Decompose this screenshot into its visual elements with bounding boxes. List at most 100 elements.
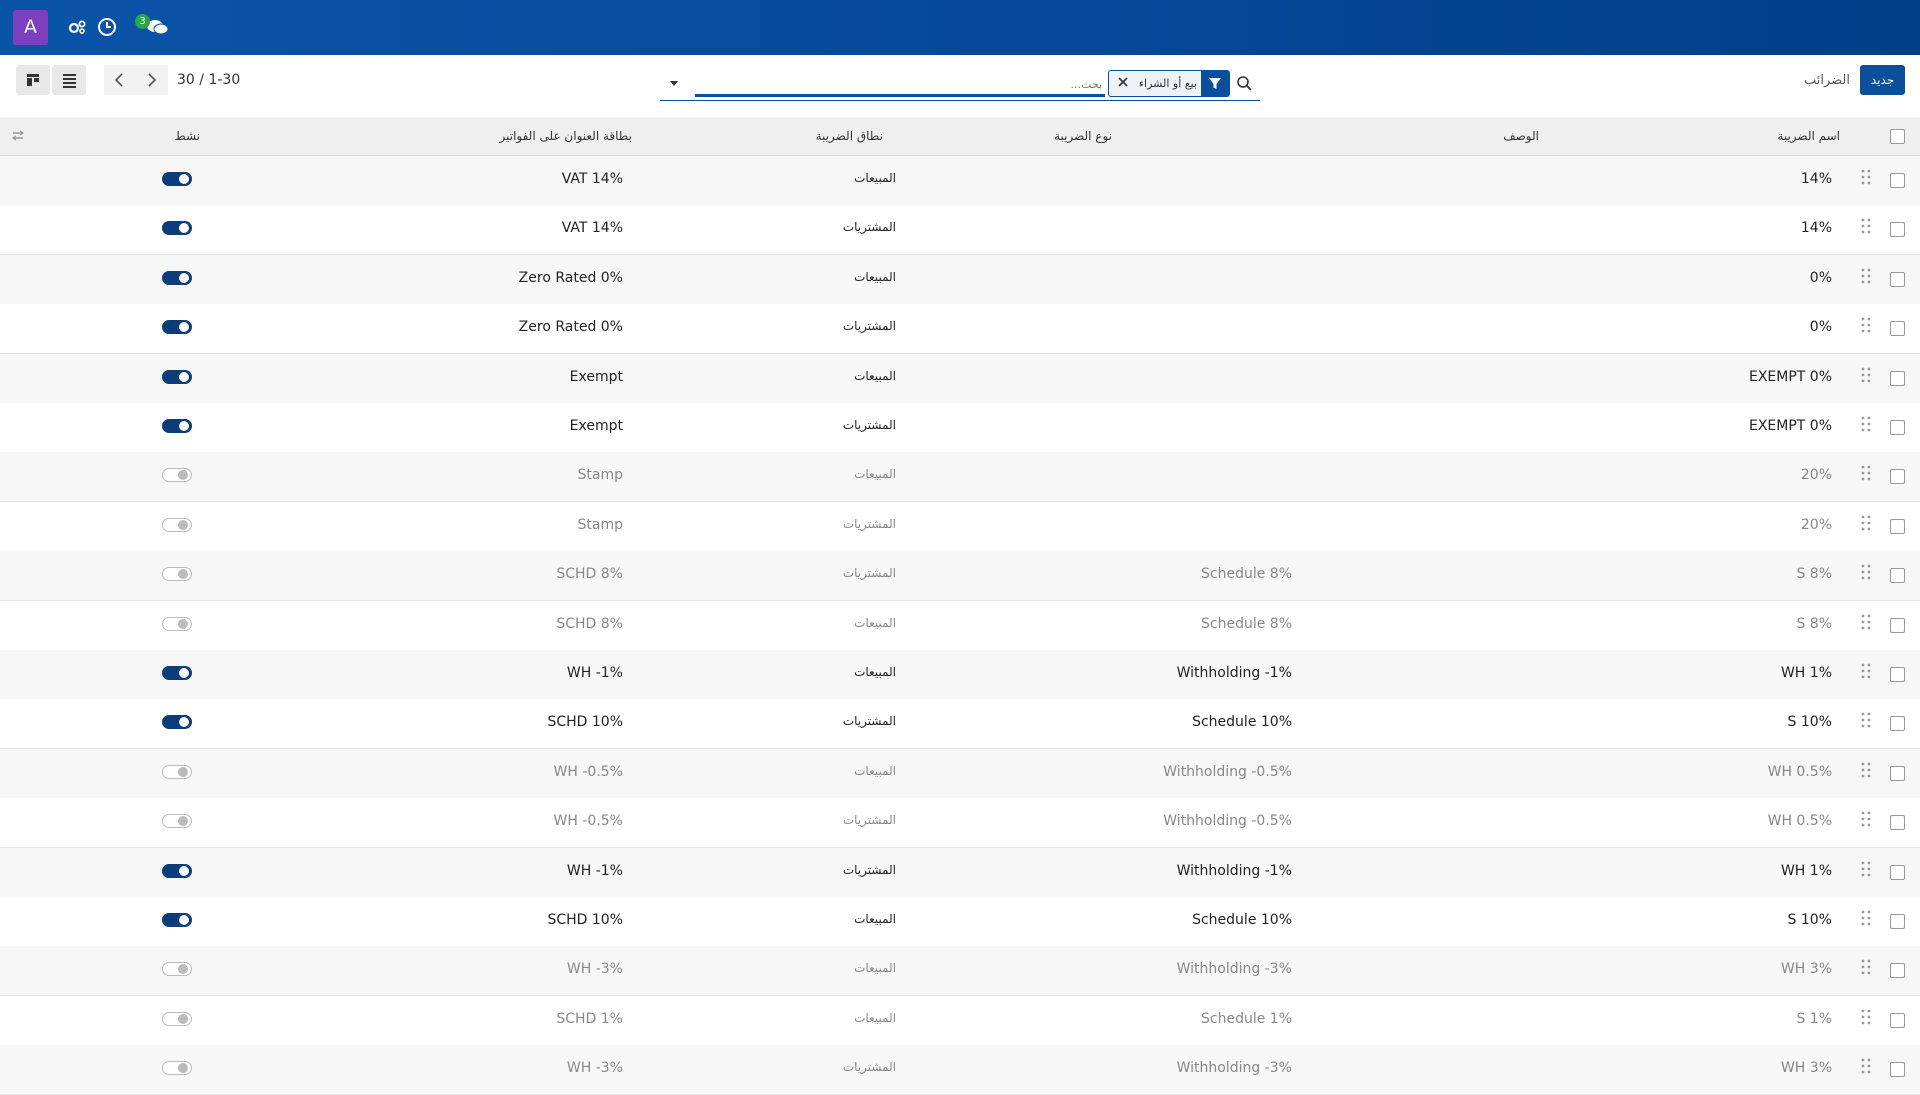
table-row[interactable]: S 10% Schedule 10% المشتريات SCHD 10% — [0, 699, 1920, 750]
row-checkbox[interactable] — [1890, 1012, 1905, 1028]
active-toggle[interactable] — [162, 320, 192, 335]
row-checkbox[interactable] — [1890, 271, 1905, 287]
active-toggle[interactable] — [162, 616, 192, 631]
row-checkbox[interactable] — [1890, 667, 1905, 682]
drag-handle-icon[interactable] — [1860, 168, 1872, 186]
drag-handle-icon[interactable] — [1860, 415, 1872, 433]
column-header-name[interactable]: اسم الضريبة — [1777, 129, 1840, 143]
active-toggle[interactable] — [162, 517, 192, 532]
kanban-view-button[interactable] — [16, 65, 50, 95]
select-all-checkbox[interactable] — [1890, 129, 1905, 144]
active-toggle[interactable] — [162, 270, 192, 285]
active-toggle[interactable] — [162, 221, 192, 236]
active-toggle[interactable] — [162, 567, 192, 582]
row-checkbox[interactable] — [1890, 963, 1905, 979]
table-row[interactable]: 14% المشتريات VAT 14% — [0, 205, 1920, 256]
table-row[interactable]: 0% المشتريات Zero Rated 0% — [0, 304, 1920, 355]
row-checkbox[interactable] — [1890, 765, 1905, 781]
drag-handle-icon[interactable] — [1860, 1008, 1872, 1026]
active-toggle[interactable] — [162, 715, 192, 730]
drag-handle-icon[interactable] — [1860, 563, 1872, 581]
column-header-type[interactable]: نوع الضريبة — [1054, 129, 1112, 143]
drag-handle-icon[interactable] — [1860, 860, 1872, 878]
drag-handle-icon[interactable] — [1860, 711, 1872, 729]
active-toggle[interactable] — [162, 666, 192, 680]
cell-type: المشتريات — [842, 1060, 896, 1075]
table-row[interactable]: S 8% Schedule 8% المبيعات SCHD 8% — [0, 600, 1920, 651]
active-toggle[interactable] — [162, 172, 192, 186]
column-header-active[interactable]: نشط — [175, 129, 200, 143]
active-toggle[interactable] — [162, 369, 192, 384]
table-row[interactable]: S 1% Schedule 1% المبيعات SCHD 1% — [0, 995, 1920, 1046]
active-toggle[interactable] — [162, 419, 192, 433]
drag-handle-icon[interactable] — [1860, 366, 1872, 384]
active-toggle[interactable] — [162, 468, 192, 483]
table-row[interactable]: S 8% Schedule 8% المشتريات SCHD 8% — [0, 551, 1920, 602]
row-checkbox[interactable] — [1890, 420, 1905, 435]
row-checkbox[interactable] — [1890, 469, 1905, 485]
column-header-scope[interactable]: نطاق الضريبة — [816, 129, 883, 143]
active-toggle[interactable] — [162, 913, 192, 927]
column-header-invoice-label[interactable]: بطاقة العنوان على الفواتير — [499, 129, 632, 143]
table-row[interactable]: 14% المبيعات VAT 14% — [0, 156, 1920, 206]
table-row[interactable]: 20% المشتريات Stamp — [0, 501, 1920, 552]
row-checkbox[interactable] — [1890, 617, 1905, 633]
drag-handle-icon[interactable] — [1860, 514, 1872, 532]
drag-handle-icon[interactable] — [1860, 662, 1872, 680]
drag-handle-icon[interactable] — [1860, 267, 1872, 285]
row-checkbox[interactable] — [1890, 321, 1905, 337]
table-row[interactable]: WH 0.5% Withholding -0.5% المشتريات WH -0.5… — [0, 798, 1920, 849]
row-checkbox[interactable] — [1890, 173, 1905, 188]
table-row[interactable]: EXEMPT 0% المبيعات Exempt — [0, 353, 1920, 404]
pager-next-button[interactable] — [136, 65, 168, 95]
row-checkbox[interactable] — [1890, 222, 1905, 238]
row-checkbox[interactable] — [1890, 914, 1905, 929]
activity-clock-icon[interactable] — [96, 16, 118, 38]
pager-previous-button[interactable] — [104, 65, 136, 95]
row-checkbox[interactable] — [1890, 370, 1905, 386]
row-checkbox[interactable] — [1890, 716, 1905, 732]
table-row[interactable]: WH 3% Withholding -3% المبيعات WH -3% — [0, 946, 1920, 997]
column-header-description[interactable]: الوصف — [1503, 129, 1539, 143]
search-facet[interactable]: بيع أو الشراء — [1108, 70, 1230, 97]
drag-handle-icon[interactable] — [1860, 958, 1872, 976]
row-checkbox[interactable] — [1890, 568, 1905, 584]
drag-handle-icon[interactable] — [1860, 909, 1872, 927]
search-underline — [660, 100, 1260, 101]
table-row[interactable]: S 10% Schedule 10% المبيعات SCHD 10% — [0, 897, 1920, 947]
active-toggle[interactable] — [162, 1061, 192, 1076]
drag-handle-icon[interactable] — [1860, 613, 1872, 631]
table-row[interactable]: WH 1% Withholding -1% المبيعات WH -1% — [0, 650, 1920, 700]
list-view-button[interactable] — [52, 65, 86, 95]
search-input[interactable] — [700, 72, 1104, 96]
drag-handle-icon[interactable] — [1860, 464, 1872, 482]
drag-handle-icon[interactable] — [1860, 810, 1872, 828]
active-toggle[interactable] — [162, 863, 192, 878]
table-row[interactable]: WH 0.5% Withholding -0.5% المبيعات WH -0.5% — [0, 748, 1920, 799]
pager-value[interactable]: 1-30 / 30 — [177, 72, 240, 88]
row-checkbox[interactable] — [1890, 1062, 1905, 1078]
active-toggle[interactable] — [162, 1011, 192, 1026]
row-checkbox[interactable] — [1890, 815, 1905, 831]
table-row[interactable]: 0% المبيعات Zero Rated 0% — [0, 254, 1920, 305]
drag-handle-icon[interactable] — [1860, 316, 1872, 334]
optional-columns-icon[interactable] — [10, 129, 26, 143]
search-options-caret-icon[interactable] — [668, 77, 680, 89]
active-toggle[interactable] — [162, 764, 192, 779]
active-toggle[interactable] — [162, 962, 192, 977]
new-button[interactable]: جديد — [1860, 65, 1905, 95]
drag-handle-icon[interactable] — [1860, 761, 1872, 779]
table-row[interactable]: WH 1% Withholding -1% المشتريات WH -1% — [0, 847, 1920, 898]
apps-gear-icon[interactable] — [66, 16, 88, 38]
table-row[interactable]: 20% المبيعات Stamp — [0, 452, 1920, 503]
row-checkbox[interactable] — [1890, 518, 1905, 534]
user-avatar[interactable]: A — [13, 10, 48, 45]
table-row[interactable]: EXEMPT 0% المشتريات Exempt — [0, 403, 1920, 453]
drag-handle-icon[interactable] — [1860, 1057, 1872, 1075]
active-toggle[interactable] — [162, 814, 192, 829]
table-row[interactable]: WH 3% Withholding -3% المشتريات WH -3% — [0, 1045, 1920, 1095]
search-icon[interactable] — [1230, 70, 1260, 96]
row-checkbox[interactable] — [1890, 864, 1905, 880]
facet-close-icon[interactable] — [1115, 74, 1131, 90]
drag-handle-icon[interactable] — [1860, 217, 1872, 235]
